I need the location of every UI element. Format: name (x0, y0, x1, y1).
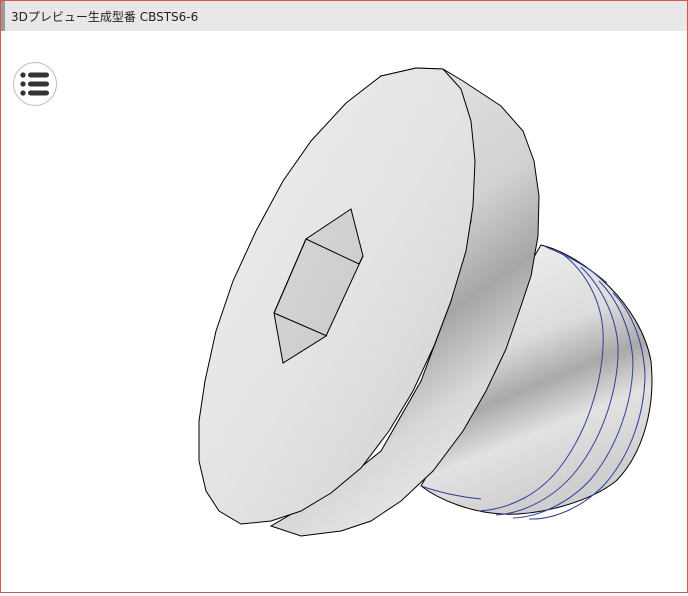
menu-button[interactable] (13, 62, 57, 106)
preview-window: 3Dプレビュー生成型番 CBSTS6-6 (0, 0, 688, 593)
title-bar: 3Dプレビュー生成型番 CBSTS6-6 (1, 1, 687, 31)
screw-3d-model (198, 67, 653, 537)
list-menu-icon (20, 72, 49, 96)
window-title: 3Dプレビュー生成型番 CBSTS6-6 (11, 9, 199, 24)
3d-viewport[interactable] (1, 31, 687, 592)
